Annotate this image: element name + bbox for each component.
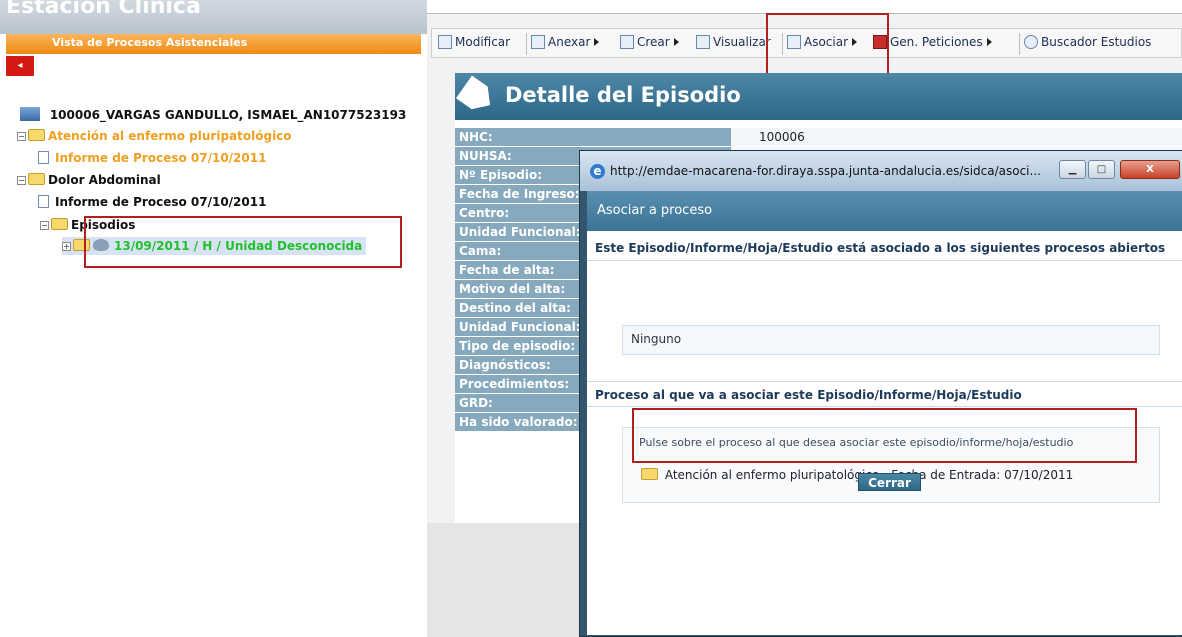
detail-row: NHC: 100006	[455, 128, 1182, 147]
detail-row-value: 100006	[731, 128, 1182, 147]
anexar-button[interactable]: Anexar	[531, 35, 600, 49]
modificar-button[interactable]: Modificar	[438, 35, 510, 49]
buscador-estudios-button[interactable]: Buscador Estudios	[1024, 35, 1151, 49]
detail-header: Detalle del Episodio	[455, 73, 1182, 120]
magnifier-icon	[696, 35, 710, 49]
modificar-label: Modificar	[455, 35, 511, 49]
browser-e-icon: e	[590, 164, 605, 179]
collapse-panel-button[interactable]: ◂	[6, 56, 34, 76]
collapse-toggle-icon[interactable]: −	[17, 176, 26, 185]
process-1-report-label: Informe de Proceso 07/10/2011	[55, 151, 267, 165]
edit-icon	[438, 35, 452, 49]
visualizar-button[interactable]: Visualizar	[696, 35, 771, 49]
buscador-label: Buscador Estudios	[1041, 35, 1152, 49]
highlight-box-episode	[84, 216, 402, 268]
new-document-icon	[620, 35, 634, 49]
associated-processes-box: Ninguno	[622, 325, 1160, 355]
top-tab-strip	[427, 0, 1182, 14]
expand-toggle-icon[interactable]: +	[62, 242, 71, 251]
tree-patient[interactable]: 100006_VARGAS GANDULLO, ISMAEL_AN1077523…	[20, 106, 406, 124]
document-icon	[38, 195, 49, 208]
section-target-process-title: Proceso al que va a asociar este Episodi…	[587, 381, 1182, 407]
anexar-label: Anexar	[548, 35, 591, 49]
crear-label: Crear	[637, 35, 670, 49]
app-header: Estación Clínica	[0, 0, 427, 34]
folder-icon	[28, 173, 45, 185]
document-icon	[38, 151, 49, 164]
minimize-button[interactable]: ▁	[1059, 160, 1086, 179]
popup-header: Asociar a proceso	[587, 191, 1182, 231]
popup-titlebar[interactable]: e http://emdae-macarena-for.diraya.sspa.…	[580, 151, 1182, 191]
tree-process-2-report[interactable]: Informe de Proceso 07/10/2011	[38, 193, 266, 211]
tag-icon	[456, 75, 498, 116]
process-2-label: Dolor Abdominal	[48, 173, 161, 187]
detail-row-label: NHC:	[455, 128, 731, 147]
section-associated-processes-title: Este Episodio/Informe/Hoja/Estudio está …	[587, 235, 1182, 261]
detail-title: Detalle del Episodio	[505, 83, 741, 107]
close-window-button[interactable]: X	[1120, 160, 1180, 179]
paperclip-icon	[531, 35, 545, 49]
tree-process-1-report[interactable]: Informe de Proceso 07/10/2011	[38, 149, 266, 167]
collapse-toggle-icon[interactable]: −	[40, 221, 49, 230]
process-2-report-label: Informe de Proceso 07/10/2011	[55, 195, 267, 209]
dropdown-arrow-icon[interactable]	[594, 38, 600, 46]
tree-process-2[interactable]: − Dolor Abdominal	[17, 171, 161, 189]
cerrar-button[interactable]: Cerrar	[858, 473, 921, 491]
patient-icon	[20, 107, 40, 121]
toolbar-separator	[526, 33, 527, 55]
gen-peticiones-button[interactable]: Gen. Peticiones	[873, 35, 992, 49]
highlight-box-process-option	[632, 408, 1137, 463]
asociar-popup-window: e http://emdae-macarena-for.diraya.sspa.…	[579, 150, 1182, 637]
folder-icon	[641, 468, 658, 480]
tree-process-1[interactable]: − Atención al enfermo pluripatológico	[17, 127, 292, 145]
associated-processes-value: Ninguno	[631, 332, 682, 346]
toolbar-separator	[1019, 33, 1020, 55]
collapse-toggle-icon[interactable]: −	[17, 132, 26, 141]
search-icon	[1024, 35, 1038, 49]
app-subtitle: Vista de Procesos Asistenciales	[6, 34, 421, 54]
process-1-label: Atención al enfermo pluripatológico	[48, 129, 292, 143]
crear-button[interactable]: Crear	[620, 35, 679, 49]
folder-icon	[51, 218, 68, 230]
dropdown-arrow-icon[interactable]	[673, 38, 679, 46]
dropdown-arrow-icon[interactable]	[986, 38, 992, 46]
left-panel: Estación Clínica Vista de Procesos Asist…	[0, 0, 427, 637]
app-title: Estación Clínica	[6, 0, 201, 19]
maximize-button[interactable]: □	[1088, 160, 1115, 179]
popup-heading: Asociar a proceso	[597, 203, 713, 218]
popup-url: http://emdae-macarena-for.diraya.sspa.ju…	[610, 164, 1041, 178]
gen-peticiones-label: Gen. Peticiones	[890, 35, 983, 49]
patient-name: 100006_VARGAS GANDULLO, ISMAEL_AN1077523…	[49, 108, 407, 122]
visualizar-label: Visualizar	[713, 35, 771, 49]
folder-icon	[28, 129, 45, 141]
highlight-box-asociar	[766, 13, 889, 80]
